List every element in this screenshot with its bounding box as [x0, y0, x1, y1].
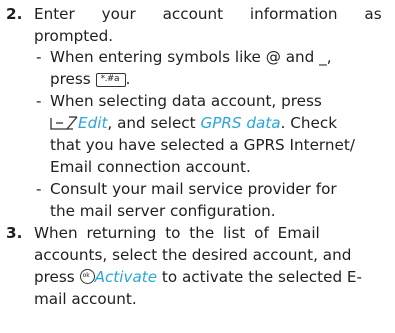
star-hash-key-icon: *.#a — [95, 73, 126, 87]
bullet-data-account-line2: Edit, and select GPRS data. Check — [36, 113, 395, 135]
step-number: 3. — [6, 224, 23, 242]
step-2-line2: prompted. — [34, 27, 114, 45]
step-text-line1: Enter your account information as — [34, 5, 382, 23]
step-2: 2. Enter your account information as — [6, 4, 388, 26]
gprs-data-label: GPRS data — [200, 114, 281, 132]
bullet-provider-line2: the mail server configuration. — [50, 202, 276, 220]
ok-key-icon: ok — [79, 269, 95, 284]
bullet-symbols-line2: press *.#a. — [50, 70, 131, 88]
step-3-line4: mail account. — [34, 290, 137, 308]
bullet-provider: - Consult your mail service provider for — [36, 180, 337, 198]
bullet-data-account-line4: Email connection account. — [50, 158, 251, 176]
step-3-line3: press ok Activate to activate the selecte… — [34, 268, 362, 286]
step-3: 3. When returning to the list of Email — [6, 223, 388, 245]
bullet-symbols: - When entering symbols like @ and _, — [36, 48, 332, 66]
step-number: 2. — [6, 5, 23, 23]
step-3-line2: accounts, select the desired account, an… — [34, 246, 352, 264]
manual-page: 2. Enter your account information as prom… — [0, 0, 395, 333]
bullet-data-account: - When selecting data account, press — [36, 92, 322, 110]
edit-label: Edit — [78, 114, 108, 132]
activate-label: Activate — [94, 268, 158, 286]
bullet-text: When entering symbols like @ and _, — [50, 48, 332, 66]
left-softkey-icon — [50, 115, 78, 130]
bullet-data-account-line3: that you have selected a GPRS Internet/ — [50, 136, 355, 154]
